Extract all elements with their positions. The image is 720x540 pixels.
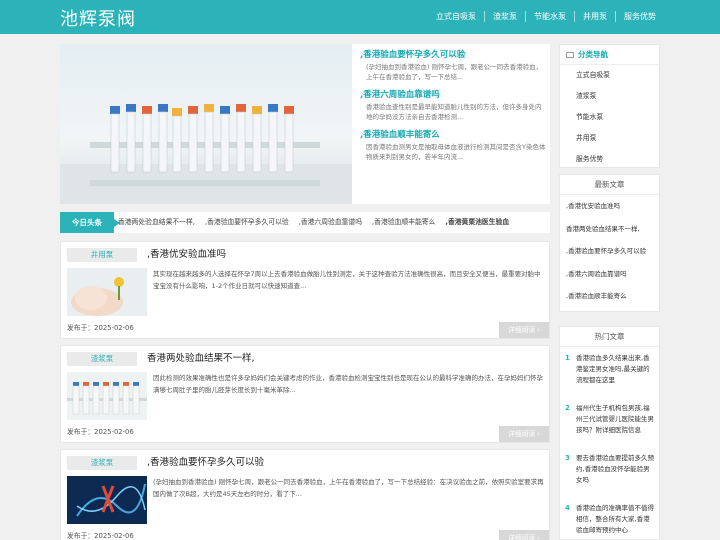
article-excerpt: 其实现在越来越多的人选择在怀孕7周以上去香港验血做胎儿性别测定，关于这种查验方法… <box>153 270 541 290</box>
hot-article-link[interactable]: 3 要去香港验血要提前多久预约,香港验血没怀孕能验男女吗 <box>560 453 659 497</box>
article-card: 井用泵 ,香港优安验血准吗 其实现在越来越多的人选择在怀孕7周以上去香港验血做胎… <box>60 241 550 339</box>
latest-article-link[interactable]: 香港两处验血结果不一样, <box>560 218 659 241</box>
sidebar-category-nav: 分类导航 立式自吸泵 渣浆泵 节能水泵 井用泵 服务优势 <box>559 44 660 168</box>
hot-article-text[interactable]: 香港验血多久结果出来,香港鉴定男女准吗,最关键的流程都在这里 <box>576 354 650 384</box>
hot-rank-number: 2 <box>565 404 570 412</box>
hot-rank-number: 1 <box>565 354 570 362</box>
article-card: 渣浆泵 香港两处验血结果不一样, 因此检测的效果准确性也是许多孕妈妈们会关键考虑… <box>60 345 550 443</box>
hot-article-text[interactable]: 要去香港验血要提前多久预约,香港验血没怀孕能验男女吗 <box>576 454 654 484</box>
article-thumbnail[interactable] <box>67 476 147 524</box>
article-date: 发布于：2025-02-06 <box>67 532 134 540</box>
ticker-items: 香港两处验血结果不一样, ,香港验血要怀孕多久可以验 ,香港六周验血靠谱吗 ,香… <box>118 212 519 233</box>
ticker-item[interactable]: 香港两处验血结果不一样, <box>118 212 195 233</box>
hero-image-test-tubes[interactable] <box>60 44 352 204</box>
ticker-label: 今日头条 <box>60 212 120 233</box>
latest-article-link[interactable]: ,香港六周验血靠谱吗 <box>560 263 659 286</box>
hero-article-list: ,香港验血要怀孕多久可以验 (孕妇抽血到香港验血) 刚怀孕七周，跟老公一同去香港… <box>360 48 546 168</box>
sidebar-item-energy-pump[interactable]: 节能水泵 <box>560 107 659 128</box>
article-thumbnail[interactable] <box>67 372 147 420</box>
article-title[interactable]: 香港两处验血结果不一样, <box>147 352 255 366</box>
hot-article-text[interactable]: 福州代生子机构包男孩,福州三代试管婴儿医院能生男孩吗？附详细医院信息 <box>576 404 654 434</box>
read-more-button[interactable]: 详细阅读 › <box>499 426 549 442</box>
sidebar-item-service[interactable]: 服务优势 <box>560 149 659 170</box>
hero-item-title[interactable]: ,香港验血要怀孕多久可以验 <box>360 48 546 62</box>
hero-item: ,香港验血顺丰能寄么 因香港验血测男女是抽取母体血液进行检测其间是否含Y染色体物… <box>360 128 546 162</box>
read-more-button[interactable]: 详细阅读 › <box>499 530 549 540</box>
hero-item-desc: (孕妇抽血到香港验血) 刚怀孕七周，跟老公一同去香港验血，上午在香港验血了，写一… <box>366 63 543 81</box>
article-category-badge[interactable]: 渣浆泵 <box>67 352 137 366</box>
article-excerpt: (孕妇抽血到香港验血) 刚怀孕七周，跟老公一同去香港验血，上午在香港验血了，写一… <box>153 478 544 498</box>
ticker-item[interactable]: ,香港六周验血靠谱吗 <box>299 212 362 233</box>
sidebar-item-slurry-pump[interactable]: 渣浆泵 <box>560 86 659 107</box>
sidebar-latest-articles: 最新文章 ,香港优安验血准吗 香港两处验血结果不一样, ,香港验血要怀孕多久可以… <box>559 174 660 312</box>
nav-item-slurry-pump[interactable]: 渣浆泵 <box>484 11 525 22</box>
article-excerpt: 因此检测的效果准确性也是许多孕妈妈们会关键考虑的作业，香港验血检测宝宝性别也是现… <box>153 374 543 394</box>
sidebar-latest-title: 最新文章 <box>560 175 659 195</box>
latest-article-link[interactable]: ,香港优安验血准吗 <box>560 195 659 218</box>
ticker-item[interactable]: ,香港验血要怀孕多久可以验 <box>205 212 289 233</box>
article-thumbnail[interactable] <box>67 268 147 316</box>
article-category-badge[interactable]: 渣浆泵 <box>67 456 137 470</box>
sidebar-category-header: 分类导航 <box>560 45 659 65</box>
article-title[interactable]: ,香港优安验血准吗 <box>147 248 226 262</box>
hero-item-title[interactable]: ,香港验血顺丰能寄么 <box>360 128 546 142</box>
latest-article-link[interactable]: ,香港验血要怀孕多久可以验 <box>560 240 659 263</box>
main-nav: 立式自吸泵 渣浆泵 节能水泵 井用泵 服务优势 <box>428 11 664 22</box>
nav-item-well-pump[interactable]: 井用泵 <box>574 11 615 22</box>
headline-ticker: 今日头条 香港两处验血结果不一样, ,香港验血要怀孕多久可以验 ,香港六周验血靠… <box>60 212 550 233</box>
site-header: 池辉泵阀 立式自吸泵 渣浆泵 节能水泵 井用泵 服务优势 <box>0 0 720 34</box>
hero-item-desc: 因香港验血测男女是抽取母体血液进行检测其间是否含Y染色体物质来判别男女的，若半年… <box>366 143 546 161</box>
article-category-badge[interactable]: 井用泵 <box>67 248 137 262</box>
nav-item-service[interactable]: 服务优势 <box>615 11 664 22</box>
folder-icon <box>566 51 574 58</box>
hot-article-link[interactable]: 1 香港验血多久结果出来,香港鉴定男女准吗,最关键的流程都在这里 <box>560 353 659 397</box>
hero-item: ,香港验血要怀孕多久可以验 (孕妇抽血到香港验血) 刚怀孕七周，跟老公一同去香港… <box>360 48 546 82</box>
site-logo[interactable]: 池辉泵阀 <box>60 5 136 31</box>
article-card: 渣浆泵 ,香港验血要怀孕多久可以验 (孕妇抽血到香港验血) 刚怀孕七周，跟老公一… <box>60 449 550 540</box>
hot-rank-number: 3 <box>565 454 570 462</box>
ticker-item[interactable]: ,香港验血顺丰能寄么 <box>372 212 435 233</box>
sidebar-hot-title: 热门文章 <box>560 327 659 347</box>
article-date: 发布于：2025-02-06 <box>67 428 134 436</box>
sidebar-item-vertical-pump[interactable]: 立式自吸泵 <box>560 65 659 86</box>
read-more-button[interactable]: 详细阅读 › <box>499 322 549 338</box>
hot-rank-number: 4 <box>565 504 570 512</box>
latest-article-link[interactable]: ,香港验血顺丰能寄么 <box>560 285 659 308</box>
hot-article-text[interactable]: 香港验血的准确率值不值得相信，整合所有大家,香港验血邮寄预约中心 <box>576 504 654 534</box>
sidebar-category-title: 分类导航 <box>578 49 608 59</box>
nav-item-vertical-pump[interactable]: 立式自吸泵 <box>428 11 484 22</box>
hero-item: ,香港六周验血靠谱吗 香港验血查性别是最早能知道胎儿性别的方法，但许多身处内地的… <box>360 88 546 122</box>
sidebar-hot-articles: 热门文章 1 香港验血多久结果出来,香港鉴定男女准吗,最关键的流程都在这里 2 … <box>559 326 660 540</box>
ticker-item[interactable]: ,香港黄栗池医生验血 <box>445 212 509 233</box>
hero-item-desc: 香港验血查性别是最早能知道胎儿性别的方法，但许多身处内地的孕妈没方法亲自去香港检… <box>366 103 542 121</box>
article-date: 发布于：2025-02-06 <box>67 324 134 332</box>
nav-item-energy-pump[interactable]: 节能水泵 <box>525 11 574 22</box>
article-title[interactable]: ,香港验血要怀孕多久可以验 <box>147 456 264 470</box>
hot-article-link[interactable]: 4 香港验血的准确率值不值得相信，整合所有大家,香港验血邮寄预约中心 <box>560 503 659 540</box>
hero-item-title[interactable]: ,香港六周验血靠谱吗 <box>360 88 546 102</box>
sidebar-item-well-pump[interactable]: 井用泵 <box>560 128 659 149</box>
hot-article-link[interactable]: 2 福州代生子机构包男孩,福州三代试管婴儿医院能生男孩吗？附详细医院信息 <box>560 403 659 447</box>
hero-section: ,香港验血要怀孕多久可以验 (孕妇抽血到香港验血) 刚怀孕七周，跟老公一同去香港… <box>60 44 550 204</box>
